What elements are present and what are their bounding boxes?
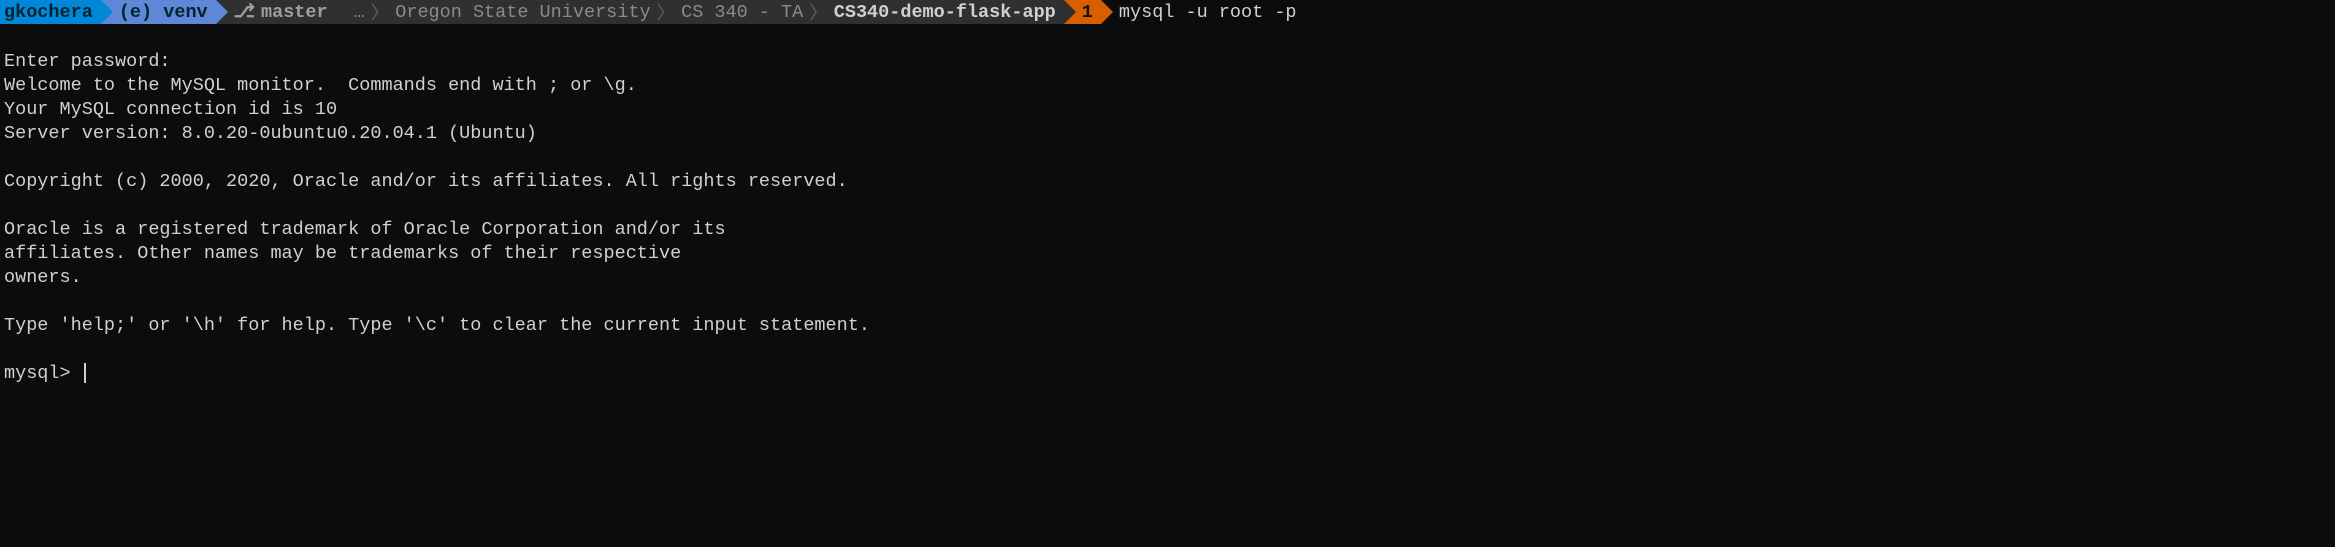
path-ellipsis: … <box>354 2 365 23</box>
username: gkochera <box>4 2 93 23</box>
path-segment: … 〉 Oregon State University 〉 CS 340 - T… <box>336 0 1064 24</box>
command-input[interactable]: mysql -u root -p <box>1101 0 1297 24</box>
output-line: Oracle is a registered trademark of Orac… <box>4 219 726 240</box>
user-segment: gkochera <box>0 0 101 24</box>
output-line: Server version: 8.0.20-0ubuntu0.20.04.1 … <box>4 123 537 144</box>
output-line: owners. <box>4 267 82 288</box>
git-branch-segment: ⎇ master <box>216 0 336 24</box>
path-part: CS 340 - TA <box>681 2 803 23</box>
path-part: Oregon State University <box>395 2 650 23</box>
chevron-right-icon: 〉 <box>371 0 390 25</box>
output-line: Welcome to the MySQL monitor. Commands e… <box>4 75 637 96</box>
output-line: affiliates. Other names may be trademark… <box>4 243 681 264</box>
mysql-prompt[interactable]: mysql> <box>4 363 86 384</box>
chevron-right-icon: 〉 <box>809 0 828 25</box>
command-text: mysql -u root -p <box>1119 2 1297 23</box>
shell-prompt: gkochera (e) venv ⎇ master … 〉 Oregon St… <box>0 0 2335 24</box>
branch-name: master <box>261 2 328 23</box>
output-line: Your MySQL connection id is 10 <box>4 99 337 120</box>
venv-segment: (e) venv <box>101 0 216 24</box>
path-current: CS340-demo-flask-app <box>834 2 1056 23</box>
output-line: Type 'help;' or '\h' for help. Type '\c'… <box>4 315 870 336</box>
cursor-icon <box>84 363 86 383</box>
badge-count: 1 <box>1082 2 1093 23</box>
branch-icon: ⎇ <box>234 1 255 23</box>
output-line: Enter password: <box>4 51 171 72</box>
venv-label: (e) venv <box>119 2 208 23</box>
output-line: Copyright (c) 2000, 2020, Oracle and/or … <box>4 171 848 192</box>
chevron-right-icon: 〉 <box>657 0 676 25</box>
terminal-output: Enter password: Welcome to the MySQL mon… <box>0 24 2335 388</box>
